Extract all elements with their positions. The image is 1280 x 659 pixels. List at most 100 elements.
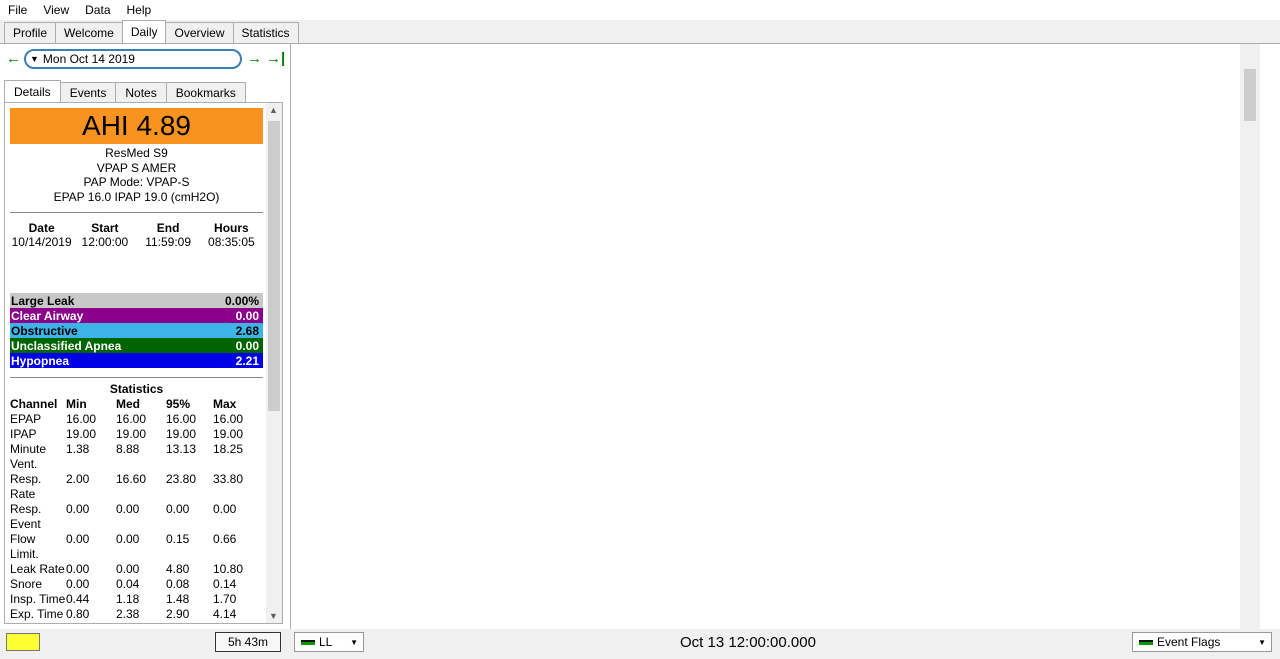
session-header: Date [28,221,55,235]
stats-cell: 19.00 [116,427,147,441]
color-swatch-icon [301,639,315,645]
stats-cell: EPAP [10,412,42,426]
stats-row: EPAP 16.00 16.00 16.00 16.00 [10,412,263,427]
stats-cell: Leak Rate [10,562,65,576]
total-time: 5h 43m [215,632,281,652]
tab-bookmarks[interactable]: Bookmarks [165,82,246,102]
stats-cell: 2.38 [116,607,140,621]
details-pane: AHI 4.89 ResMed S9 VPAP S AMER PAP Mode:… [4,102,283,624]
stats-cell: Exp. Time [10,607,64,621]
event-row: Obstructive 2.68 [10,323,263,338]
event-label: Obstructive [11,323,78,338]
stats-cell: 0.00 [116,562,140,576]
event-row: Clear Airway 0.00 [10,308,263,323]
stats-cell: 19.00 [213,427,244,441]
left-panel: ← ▼ Mon Oct 14 2019 → →| Details Events … [0,44,286,629]
daily-view: ← ▼ Mon Oct 14 2019 → →| Details Events … [0,43,1280,659]
tab-events[interactable]: Events [59,82,117,102]
event-value: 0.00 [235,338,259,353]
date-navigation: ← ▼ Mon Oct 14 2019 → →| [4,48,286,70]
date-picker[interactable]: ▼ Mon Oct 14 2019 [24,49,242,69]
chevron-down-icon: ▼ [350,637,358,647]
event-label: Hypopnea [11,353,70,368]
stats-cell: 0.15 [166,532,190,546]
machine-model: ResMed S9 [105,146,168,160]
main-tabs: Profile Welcome Daily Overview Statistic… [4,20,299,44]
stats-cell: 16.60 [116,472,147,486]
event-label: Clear Airway [11,308,84,323]
stats-cell: 0.00 [66,562,90,576]
stats-cell: 0.00 [116,532,140,546]
color-indicator[interactable] [6,633,40,651]
next-day-icon[interactable]: → [247,50,262,67]
event-value: 0.00 [235,308,259,323]
menu-view[interactable]: View [35,3,77,17]
tab-statistics[interactable]: Statistics [232,22,299,43]
stats-cell: 0.00 [66,577,90,591]
stats-cell: 1.38 [66,442,90,456]
stats-cell: IPAP [10,427,37,441]
stats-cell: 13.13 [166,442,197,456]
menu-file[interactable]: File [0,3,35,17]
pap-mode: PAP Mode: VPAP-S [83,175,190,189]
divider [10,377,263,378]
stats-cell: 0.14 [213,577,237,591]
stats-cell: 0.04 [116,577,140,591]
graph-combo-label: Event Flags [1157,635,1221,649]
event-value: 2.21 [235,353,259,368]
scroll-up-icon[interactable]: ▲ [269,105,278,115]
tab-profile[interactable]: Profile [4,22,57,43]
stats-cell: 60.00 [66,622,116,623]
event-row: Unclassified Apnea 0.00 [10,338,263,353]
stats-cell: 0.80 [66,607,90,621]
session-header: End [156,221,180,235]
graph-combo[interactable]: Event Flags ▼ [1132,632,1272,652]
event-label: Unclassified Apnea [11,338,122,353]
session-header: Hours [214,221,249,235]
prev-day-icon[interactable]: ← [6,50,21,67]
graph-scrollbar[interactable] [1240,44,1260,629]
stats-header: Min [66,397,87,411]
stats-cell: 0.00 [66,532,90,546]
stats-cell: 0.00 [166,502,190,516]
stats-cell: 33.80 [213,472,244,486]
stats-cell: Insp. Time [10,592,66,606]
stats-cell: 0.08 [166,577,190,591]
scroll-thumb[interactable] [268,121,280,411]
session-value: 11:59:09 [145,235,192,249]
stats-cell: 0.00 [116,502,140,516]
tab-notes[interactable]: Notes [115,82,167,102]
graph-status-bar: LL ▼ Oct 13 12:00:00.000 Event Flags ▼ [290,629,1280,659]
details-scrollbar[interactable]: ▲ ▼ [266,103,282,623]
layer-combo[interactable]: LL ▼ [294,632,364,652]
tab-overview[interactable]: Overview [165,22,234,43]
tab-details[interactable]: Details [4,80,61,102]
cursor-time: Oct 13 12:00:00.000 [680,634,816,651]
stats-row: Minute Vent. 1.38 8.88 13.13 18.25 [10,442,263,472]
menu-bar: File View Data Help [0,0,1280,20]
graph-scroll-thumb[interactable] [1244,69,1256,121]
pressure-settings: EPAP 16.0 IPAP 19.0 (cmH2O) [53,189,220,204]
stats-row: Tidal Volume60.00520.00720.001000.00 [10,622,263,623]
stats-cell: 19.00 [166,427,197,441]
stats-cell: 1.70 [213,592,237,606]
tab-daily[interactable]: Daily [121,20,167,43]
session-header: Start [91,221,119,235]
last-day-icon[interactable]: →| [266,50,285,67]
stats-header: Max [213,397,237,411]
menu-data[interactable]: Data [77,3,118,17]
stats-cell: 8.88 [116,442,140,456]
tab-welcome[interactable]: Welcome [55,22,123,43]
ahi-banner: AHI 4.89 [10,108,263,144]
left-status-bar: 5h 43m [0,629,290,659]
menu-help[interactable]: Help [119,3,160,17]
event-value: 0.00% [224,293,259,308]
stats-header: Med [116,397,140,411]
stats-row: Snore 0.00 0.04 0.08 0.14 [10,577,263,592]
stats-row: Flow Limit. 0.00 0.00 0.15 0.66 [10,532,263,562]
stats-row: Exp. Time 0.80 2.38 2.90 4.14 [10,607,263,622]
event-row: Large Leak 0.00% [10,293,263,308]
scroll-down-icon[interactable]: ▼ [269,611,278,621]
statistics-table: Statistics Channel Min Med 95% Max EPAP 1… [10,382,263,623]
stats-cell: 4.80 [166,562,190,576]
